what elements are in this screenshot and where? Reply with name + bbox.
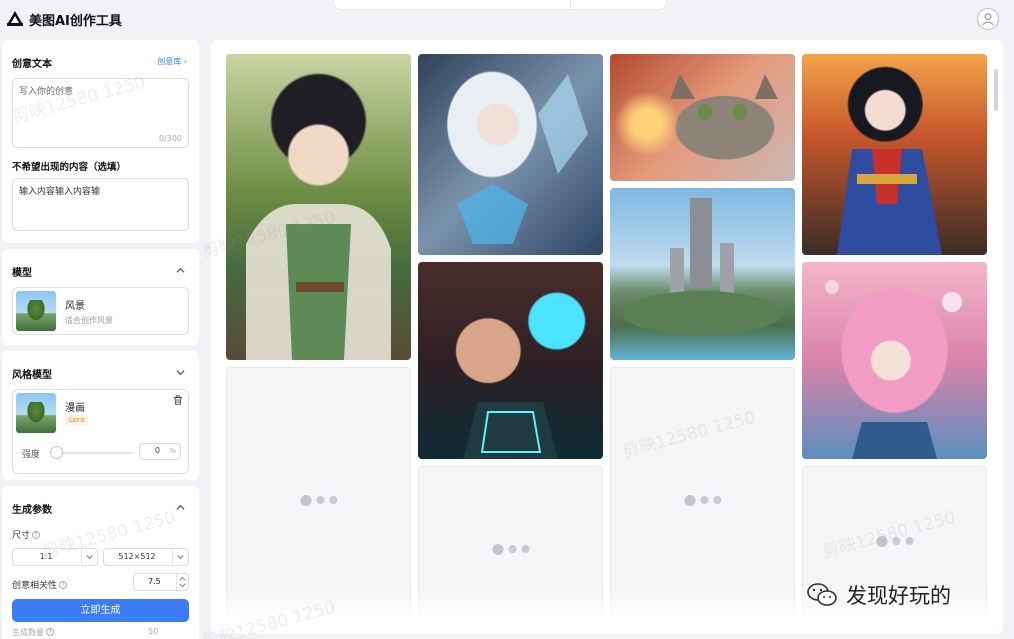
loading-dots-icon <box>876 535 913 547</box>
gallery-image-ice-queen[interactable] <box>418 54 603 255</box>
strength-value: 0 <box>154 446 160 455</box>
help-icon: ? <box>32 531 41 539</box>
strength-slider-track[interactable] <box>53 452 133 454</box>
negative-prompt-input[interactable]: 输入内容输入内容输 <box>12 178 189 231</box>
stepper-arrows-icon[interactable] <box>176 574 188 590</box>
model-name: 风景 <box>65 301 85 312</box>
strength-label: 强度 <box>22 450 41 460</box>
girl-fur-illustration <box>246 204 391 360</box>
prompt-panel: 创意文本 创意库 › 写入你的创意 0/300 不希望出现的内容（选填） 输入内… <box>2 40 199 243</box>
chevron-down-icon[interactable] <box>176 368 185 377</box>
chevron-up-icon[interactable] <box>176 503 185 512</box>
prompt-input[interactable]: 写入你的创意 0/300 <box>12 78 189 148</box>
relevance-value: 7.5 <box>148 577 161 586</box>
strength-input[interactable]: 0 % <box>139 443 181 460</box>
help-icon: ? <box>46 628 54 636</box>
model-card[interactable]: 风景 适合创作风景 <box>12 287 189 335</box>
strength-slider-handle[interactable] <box>50 446 63 459</box>
ice-crystals-illustration <box>458 74 588 244</box>
gallery-image-cat[interactable] <box>610 54 795 181</box>
prompt-title: 创意文本 <box>12 59 52 70</box>
ratio-select[interactable]: 1:1 <box>12 548 98 566</box>
app-title: 美图AI创作工具 <box>29 14 122 29</box>
loading-dots-icon <box>684 494 721 506</box>
gallery-image-cyber-woman[interactable] <box>418 262 603 459</box>
neon-collar-illustration <box>463 402 558 459</box>
lora-badge: Lora <box>65 415 89 425</box>
gallery-image-pink-anime-girl[interactable] <box>802 262 987 459</box>
negative-prompt-title: 不希望出现的内容（选填） <box>12 162 127 173</box>
style-model-panel: 风格模型 漫画 Lora 强度 0 % <box>2 351 199 480</box>
loading-dots-icon <box>300 494 337 506</box>
relevance-label: 创意相关性? <box>12 578 68 591</box>
top-bar: 美图AI创作工具 <box>0 0 1014 36</box>
ratio-value: 1:1 <box>39 552 53 561</box>
count-label: 生成数量? <box>12 627 54 638</box>
style-model-name: 漫画 <box>65 403 85 414</box>
model-title: 模型 <box>12 268 32 279</box>
gallery-scrollbar[interactable] <box>994 69 998 111</box>
gallery-image-island-city[interactable] <box>610 188 795 360</box>
wechat-icon <box>807 583 837 606</box>
params-title: 生成参数 <box>12 505 52 516</box>
chevron-down-icon <box>172 549 184 565</box>
model-panel: 模型 风景 适合创作风景 <box>2 249 199 345</box>
resolution-select[interactable]: 512×512 <box>103 548 189 566</box>
prompt-placeholder: 写入你的创意 <box>19 87 74 97</box>
style-model-thumbnail <box>16 393 56 433</box>
help-icon: ? <box>59 581 68 589</box>
top-tab-bar[interactable] <box>333 0 667 10</box>
model-desc: 适合创作风景 <box>65 316 113 325</box>
wechat-badge: 发现好玩的 <box>806 575 951 615</box>
strength-unit: % <box>169 447 176 455</box>
idea-library-link[interactable]: 创意库 › <box>157 56 187 67</box>
app-logo-icon <box>7 11 23 26</box>
user-avatar-icon[interactable] <box>977 8 999 30</box>
prompt-counter: 0/300 <box>158 134 182 143</box>
negative-prompt-value: 输入内容输入内容输 <box>19 187 101 197</box>
model-thumbnail <box>16 291 56 331</box>
image-gallery: 发现好玩的 <box>211 40 1003 634</box>
pink-hair-illustration <box>825 280 962 459</box>
cat-face-illustration <box>670 74 778 120</box>
trash-icon[interactable] <box>173 395 183 405</box>
chevron-up-icon[interactable] <box>176 266 185 275</box>
red-blue-armor-illustration <box>837 149 942 255</box>
params-panel: 生成参数 尺寸? 1:1 512×512 创意相关性? 7.5 立即生成 生成数… <box>2 486 199 639</box>
city-towers-illustration <box>622 198 782 335</box>
style-model-card[interactable]: 漫画 Lora 强度 0 % <box>12 389 189 474</box>
gallery-image-anime-warrior[interactable] <box>802 54 987 255</box>
gallery-image-fantasy-girl[interactable] <box>226 54 411 360</box>
style-model-title: 风格模型 <box>12 370 52 381</box>
generate-button[interactable]: 立即生成 <box>12 599 189 622</box>
badge-text: 发现好玩的 <box>846 584 951 608</box>
loading-dots-icon <box>492 544 529 555</box>
chevron-down-icon <box>81 549 93 565</box>
resolution-value: 512×512 <box>118 552 156 561</box>
count-value: 50 <box>148 627 159 636</box>
size-label: 尺寸? <box>12 528 41 541</box>
relevance-stepper[interactable]: 7.5 <box>133 573 189 591</box>
